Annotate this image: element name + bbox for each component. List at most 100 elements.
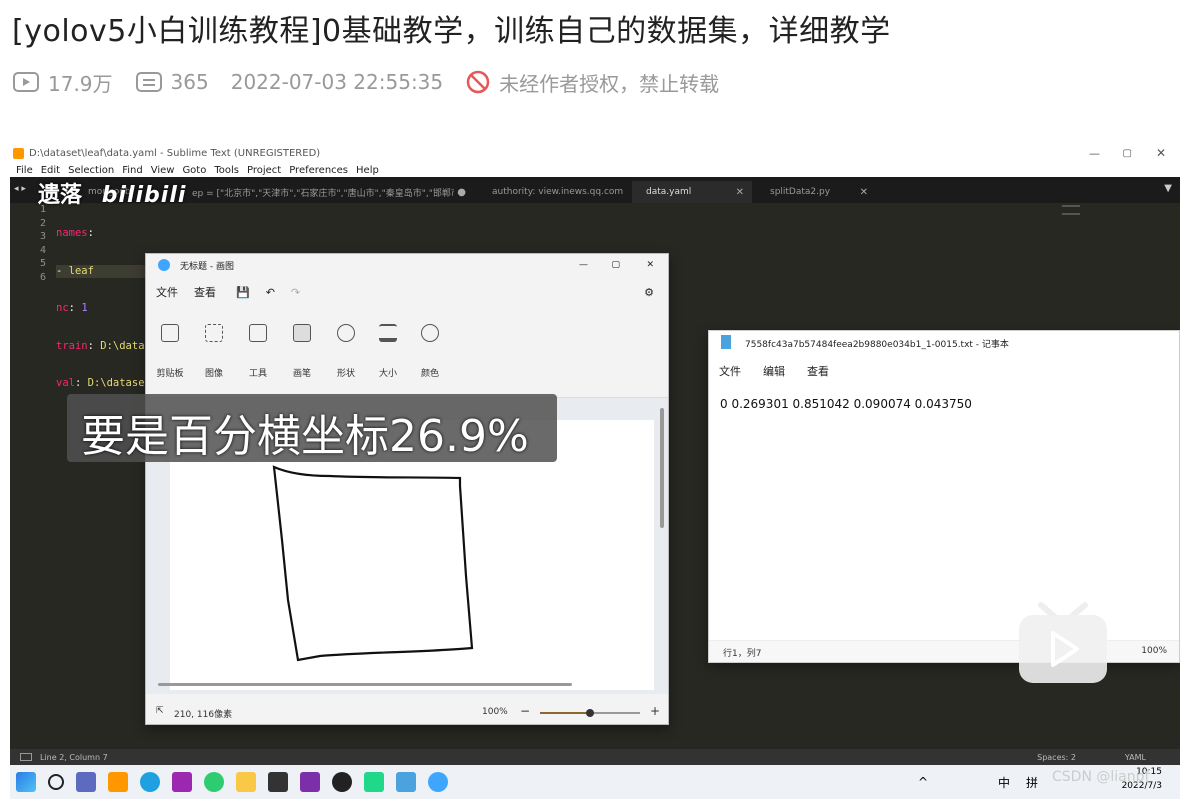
tray-chevron-icon[interactable]: ^ <box>918 775 928 789</box>
wechat-icon[interactable] <box>204 772 224 792</box>
notepad-window-title: 7558fc43a7b57484feea2b9880e034b1_1-0015.… <box>745 340 1009 350</box>
zoom-in-icon[interactable]: + <box>650 704 660 718</box>
taskbar-app-icon[interactable] <box>76 772 96 792</box>
article-title: [yolov5小白训练教程]0基础教学，训练自己的数据集，详细教学 <box>12 14 891 49</box>
views-stat: 17.9万 <box>12 68 113 97</box>
tab-close-icon[interactable]: ● <box>457 187 466 198</box>
menu-preferences[interactable]: Preferences <box>289 165 348 176</box>
uploader-name: 遗落 <box>38 183 83 208</box>
zoom-slider[interactable] <box>540 709 640 717</box>
forbidden-icon <box>466 70 490 94</box>
paint-ribbon: 剪贴板 图像 工具 画笔 形状 大小 颜色 <box>146 308 668 398</box>
canvas-hscroll[interactable] <box>158 683 572 686</box>
paint-window-title: 无标题 - 画图 <box>180 261 234 272</box>
notepad-menu-view[interactable]: 查看 <box>807 363 829 379</box>
paint-taskbar-icon[interactable] <box>428 772 448 792</box>
close-icon[interactable]: ✕ <box>1156 146 1166 160</box>
sublime-statusbar: Line 2, Column 7 Spaces: 2 YAML <box>10 749 1180 765</box>
settings-icon[interactable]: ⚙ <box>644 286 654 299</box>
bilibili-logo: bilibili <box>101 183 187 208</box>
size-icon <box>379 324 397 342</box>
ribbon-image[interactable]: 图像 <box>194 320 234 379</box>
notepad-menu-file[interactable]: 文件 <box>719 363 741 379</box>
paint-app-icon <box>158 259 170 271</box>
menu-goto[interactable]: Goto <box>182 165 206 176</box>
windows-start-icon[interactable] <box>16 772 36 792</box>
ribbon-tools[interactable]: 工具 <box>238 320 278 379</box>
maximize-icon[interactable]: ▢ <box>1123 148 1132 159</box>
pycharm-icon[interactable] <box>364 772 384 792</box>
taskbar-app-icon[interactable] <box>332 772 352 792</box>
zoom-slider-fill <box>540 712 590 714</box>
article-meta: 17.9万 365 2022-07-03 22:55:35 未经作者授权，禁止转… <box>12 66 741 98</box>
nav-arrows-icon[interactable]: ◂ ▸ <box>14 184 26 194</box>
zoom-out-icon[interactable]: − <box>520 704 530 718</box>
minimap[interactable] <box>1062 205 1080 215</box>
tab-close-icon[interactable]: ✕ <box>860 187 868 198</box>
pointer-coords: 210, 116像素 <box>174 710 233 720</box>
tab-authority[interactable]: authority: view.inews.qq.com <box>478 181 628 203</box>
ribbon-brushes[interactable]: 画笔 <box>282 320 322 379</box>
menu-find[interactable]: Find <box>122 165 143 176</box>
sublime-taskbar-icon[interactable] <box>108 772 128 792</box>
select-icon <box>205 324 223 342</box>
ribbon-size[interactable]: 大小 <box>368 320 408 379</box>
tab-cities[interactable]: ep = ["北京市","天津市","石家庄市","唐山市","秦皇岛市","邯… <box>178 181 474 203</box>
ime-chinese[interactable]: 中 <box>998 774 1010 791</box>
undo-icon[interactable]: ↶ <box>266 286 275 299</box>
sublime-app-icon <box>13 147 24 159</box>
views-count: 17.9万 <box>48 71 113 96</box>
ribbon-colors[interactable]: 颜色 <box>410 320 450 379</box>
tab-close-icon[interactable]: ✕ <box>736 187 744 198</box>
menu-help[interactable]: Help <box>356 165 379 176</box>
notepad-menubar: 文件 编辑 查看 <box>719 363 851 379</box>
taskbar-app-icon[interactable] <box>172 772 192 792</box>
clipboard-icon <box>161 324 179 342</box>
edge-icon[interactable] <box>140 772 160 792</box>
panel-icon[interactable] <box>20 753 32 761</box>
ime-pinyin[interactable]: 拼 <box>1026 774 1038 791</box>
minimize-icon[interactable]: — <box>1089 147 1100 160</box>
paint-titlebar: 无标题 - 画图 — ▢ ✕ <box>146 254 668 276</box>
explorer-icon[interactable] <box>236 772 256 792</box>
menu-selection[interactable]: Selection <box>68 165 114 176</box>
menu-file[interactable]: File <box>16 165 33 176</box>
line-gutter: 1 2 3 4 5 6 <box>39 204 46 283</box>
video-player[interactable]: D:\dataset\leaf\data.yaml - Sublime Text… <box>10 143 1180 799</box>
comments-stat[interactable]: 365 <box>135 70 209 94</box>
code-line: names: <box>56 227 94 239</box>
zoom-slider-thumb[interactable] <box>586 709 594 717</box>
close-icon[interactable]: ✕ <box>646 260 654 270</box>
canvas-vscroll[interactable] <box>660 408 664 528</box>
tab-list-dropdown-icon[interactable]: ▼ <box>1164 183 1172 194</box>
notepad-menu-edit[interactable]: 编辑 <box>763 363 785 379</box>
search-icon[interactable] <box>48 774 64 790</box>
play-button-icon[interactable] <box>1015 601 1111 685</box>
minimize-icon[interactable]: — <box>579 260 588 270</box>
bilibili-watermark: 遗落 bilibili <box>38 177 186 209</box>
shapes-icon <box>337 324 355 342</box>
ribbon-clipboard[interactable]: 剪贴板 <box>150 320 190 379</box>
notepad-taskbar-icon[interactable] <box>396 772 416 792</box>
onenote-icon[interactable] <box>300 772 320 792</box>
terminal-icon[interactable] <box>268 772 288 792</box>
windows-taskbar: ^ 中 拼 10:15 2022/7/3 <box>10 765 1180 799</box>
notepad-content[interactable]: 0 0.269301 0.851042 0.090074 0.043750 <box>720 397 972 411</box>
paint-menu-view[interactable]: 查看 <box>194 284 216 300</box>
cursor-position: Line 2, Column 7 <box>40 752 108 762</box>
menu-edit[interactable]: Edit <box>41 165 60 176</box>
publish-datetime: 2022-07-03 22:55:35 <box>230 70 444 94</box>
redo-icon[interactable]: ↷ <box>291 286 300 299</box>
save-icon[interactable]: 💾 <box>236 286 250 299</box>
menu-tools[interactable]: Tools <box>214 165 239 176</box>
indent-setting[interactable]: Spaces: 2 <box>1037 753 1076 762</box>
maximize-icon[interactable]: ▢ <box>611 260 620 270</box>
menu-project[interactable]: Project <box>247 165 281 176</box>
menu-view[interactable]: View <box>151 165 175 176</box>
tab-data-yaml[interactable]: data.yaml ✕ <box>632 181 752 203</box>
page: [yolov5小白训练教程]0基础教学，训练自己的数据集，详细教学 17.9万 … <box>0 0 1196 799</box>
ribbon-shapes[interactable]: 形状 <box>326 320 366 379</box>
syntax-setting[interactable]: YAML <box>1125 753 1146 762</box>
paint-menu-file[interactable]: 文件 <box>156 284 178 300</box>
tab-splitdata2[interactable]: splitData2.py ✕ <box>756 181 876 203</box>
